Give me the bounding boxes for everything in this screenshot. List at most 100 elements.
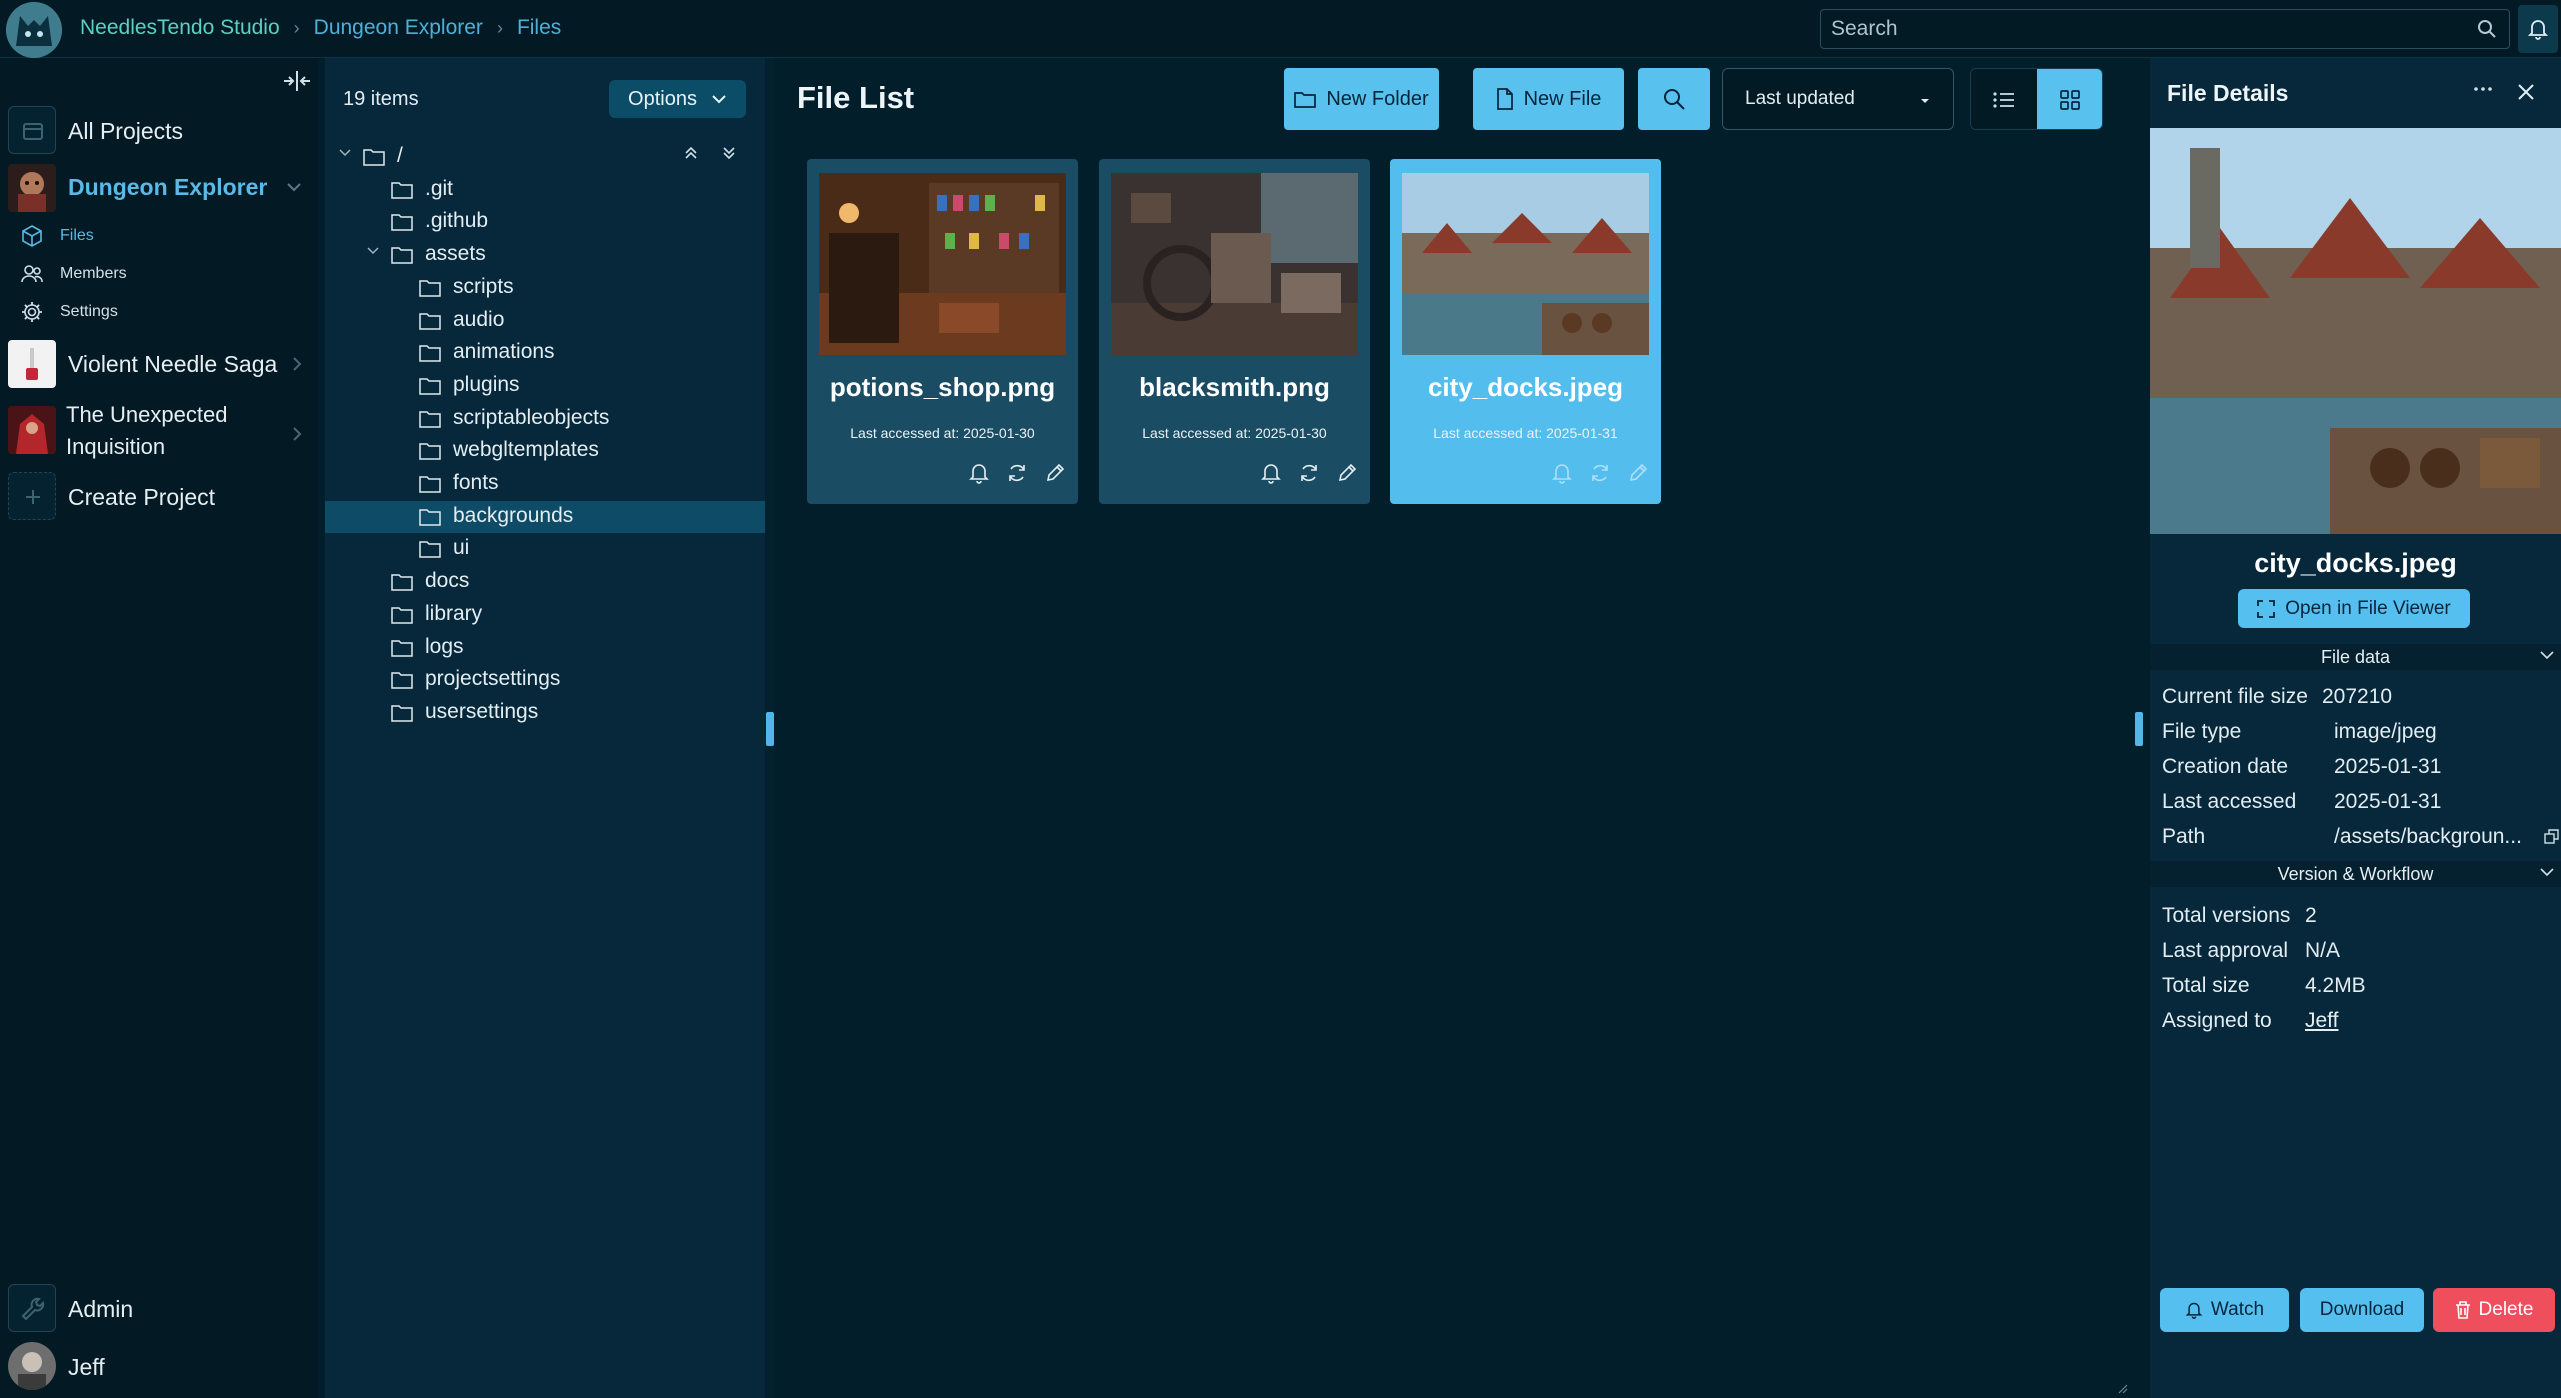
refresh-icon[interactable] xyxy=(1589,462,1611,484)
tree-folder-label: projectsettings xyxy=(425,667,561,691)
tree-folder[interactable]: usersettings xyxy=(325,697,765,729)
nav-project-label: Violent Needle Saga xyxy=(68,351,278,377)
new-folder-button[interactable]: New Folder xyxy=(1284,68,1439,130)
list-view-button[interactable] xyxy=(1971,69,2037,129)
breadcrumb-current[interactable]: Files xyxy=(517,16,561,40)
tree-folder-label: plugins xyxy=(453,372,520,396)
project-avatar xyxy=(8,164,56,212)
nav-project-unexpected-inquisition[interactable]: The Unexpected Inquisition xyxy=(0,402,318,466)
folder-icon xyxy=(391,247,413,264)
tree-folder[interactable]: logs xyxy=(325,632,765,664)
nav-all-projects[interactable]: All Projects xyxy=(0,106,318,154)
breadcrumb-org[interactable]: NeedlesTendo Studio xyxy=(80,16,280,40)
nav-project-dungeon-explorer[interactable]: Dungeon Explorer xyxy=(0,164,318,212)
resize-corner-icon[interactable] xyxy=(2116,1382,2128,1394)
bell-icon[interactable] xyxy=(1551,462,1573,484)
tree-folder[interactable]: fonts xyxy=(325,468,765,500)
studio-logo[interactable] xyxy=(6,2,62,58)
chevron-down-icon[interactable] xyxy=(339,149,351,157)
folder-icon xyxy=(419,312,441,330)
tree-folder[interactable]: scripts xyxy=(325,272,765,304)
options-button[interactable]: Options xyxy=(609,80,746,118)
pencil-icon[interactable] xyxy=(1627,462,1649,484)
tree-folder[interactable]: audio xyxy=(325,305,765,337)
pencil-icon[interactable] xyxy=(1336,462,1358,484)
breadcrumb-project[interactable]: Dungeon Explorer xyxy=(314,16,483,40)
file-thumbnail xyxy=(819,173,1066,355)
version-workflow-section-header[interactable]: Version & Workflow xyxy=(2150,861,2561,887)
tree-folder[interactable]: docs xyxy=(325,566,765,598)
nav-project-violent-needle-saga[interactable]: Violent Needle Saga xyxy=(0,340,318,388)
search-box xyxy=(1820,9,2510,49)
open-in-file-viewer-button[interactable]: Open in File Viewer xyxy=(2238,589,2470,628)
delete-label: Delete xyxy=(2478,1299,2534,1320)
tree-folder[interactable]: projectsettings xyxy=(325,664,765,696)
tree-folder[interactable]: webgltemplates xyxy=(325,435,765,467)
tree-folder-selected[interactable]: backgrounds xyxy=(325,500,765,533)
nav-members[interactable]: Members xyxy=(20,262,127,286)
file-data-section-header[interactable]: File data xyxy=(2150,644,2561,670)
file-last-accessed: Last accessed at: 2025-01-30 xyxy=(1142,425,1327,441)
resize-handle[interactable] xyxy=(766,712,774,746)
download-button[interactable]: Download xyxy=(2300,1288,2424,1332)
nav-settings[interactable]: Settings xyxy=(20,300,118,324)
grid-view-button[interactable] xyxy=(2037,69,2102,129)
tree-folder[interactable]: animations xyxy=(325,337,765,369)
file-name: potions_shop.png xyxy=(829,372,1056,402)
tree-folder-label: webgltemplates xyxy=(453,438,599,462)
tree-folder[interactable]: .git xyxy=(325,174,765,206)
chevron-right-icon[interactable] xyxy=(292,426,302,442)
assigned-user-link[interactable]: Jeff xyxy=(2305,1009,2338,1033)
bell-icon xyxy=(2528,20,2548,40)
search-files-button[interactable] xyxy=(1638,68,1710,130)
tree-folder[interactable]: / xyxy=(325,141,765,173)
copy-icon[interactable] xyxy=(2544,829,2560,845)
field-label: File type xyxy=(2162,720,2242,743)
close-icon[interactable] xyxy=(2516,82,2536,102)
breadcrumb-separator: › xyxy=(293,17,300,38)
bell-icon[interactable] xyxy=(1260,462,1282,484)
more-icon[interactable] xyxy=(2472,78,2494,100)
search-icon[interactable] xyxy=(2477,19,2497,39)
nav-all-projects-label: All Projects xyxy=(68,118,184,144)
creation-date-row: Creation date 2025-01-31 xyxy=(2162,755,2441,779)
collapse-sidebar-icon[interactable] xyxy=(282,70,312,92)
tree-folder[interactable]: .github xyxy=(325,206,765,238)
tree-folder[interactable]: ui xyxy=(325,533,765,565)
file-card[interactable]: potions_shop.png Last accessed at: 2025-… xyxy=(807,159,1078,504)
tree-folder-label: assets xyxy=(425,242,486,266)
resize-handle[interactable] xyxy=(2135,712,2143,746)
total-versions: 2 xyxy=(2305,904,2317,927)
refresh-icon[interactable] xyxy=(1298,462,1320,484)
search-input[interactable] xyxy=(1821,10,2461,48)
file-card[interactable]: blacksmith.png Last accessed at: 2025-01… xyxy=(1099,159,1370,504)
chevron-down-icon xyxy=(712,95,726,104)
new-file-button[interactable]: New File xyxy=(1473,68,1624,130)
user-menu[interactable]: Jeff xyxy=(0,1342,318,1390)
tree-folder-label: fonts xyxy=(453,471,499,494)
tree-folder[interactable]: library xyxy=(325,599,765,631)
tree-folder[interactable]: assets xyxy=(325,239,765,271)
card-actions xyxy=(1260,462,1358,484)
details-title: File Details xyxy=(2167,80,2289,106)
nav-files[interactable]: Files xyxy=(20,224,94,248)
sort-select[interactable]: Last updated xyxy=(1722,68,1954,130)
plus-icon xyxy=(8,472,56,520)
bell-icon[interactable] xyxy=(968,462,990,484)
watch-button[interactable]: Watch xyxy=(2160,1288,2289,1332)
tree-folder[interactable]: scriptableobjects xyxy=(325,403,765,435)
file-card-selected[interactable]: city_docks.jpeg Last accessed at: 2025-0… xyxy=(1390,159,1661,504)
chevron-down-icon[interactable] xyxy=(286,182,302,192)
create-project-button[interactable]: Create Project xyxy=(0,472,318,520)
card-actions xyxy=(968,462,1066,484)
delete-button[interactable]: Delete xyxy=(2433,1288,2555,1332)
nav-admin[interactable]: Admin xyxy=(0,1284,318,1332)
notifications-button[interactable] xyxy=(2518,5,2558,53)
pencil-icon[interactable] xyxy=(1044,462,1066,484)
breadcrumb-separator: › xyxy=(496,17,503,38)
avatar xyxy=(8,1342,56,1390)
chevron-right-icon[interactable] xyxy=(292,356,302,372)
refresh-icon[interactable] xyxy=(1006,462,1028,484)
tree-folder[interactable]: plugins xyxy=(325,370,765,402)
chevron-down-icon[interactable] xyxy=(367,247,379,255)
